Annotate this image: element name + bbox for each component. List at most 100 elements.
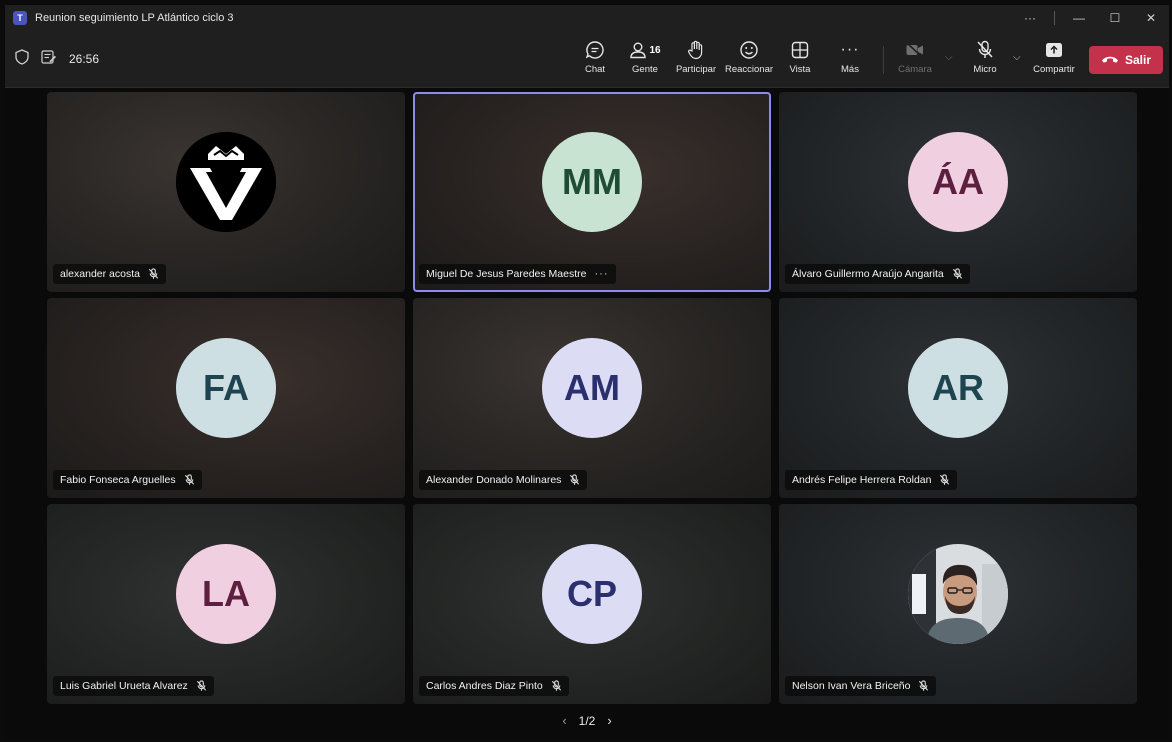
participant-photo-avatar (908, 544, 1008, 644)
people-button[interactable]: 16 Gente (625, 38, 665, 82)
page-indicator: 1/2 (578, 713, 596, 728)
close-icon[interactable]: ✕ (1133, 5, 1169, 30)
more-dots-icon: ··· (840, 41, 860, 58)
share-icon (1045, 38, 1063, 62)
react-button[interactable]: Reaccionar (723, 38, 775, 82)
teams-icon: T (13, 10, 27, 25)
toolbar-divider (883, 46, 884, 74)
participant-name-tag: Nelson Ivan Vera Briceño (785, 676, 937, 696)
participant-avatar: AM (542, 338, 642, 438)
participant-avatar: CP (542, 544, 642, 644)
participant-tile[interactable]: FA Fabio Fonseca Arguelles (47, 298, 405, 498)
camera-label: Cámara (898, 64, 932, 75)
title-bar: T Reunion seguimiento LP Atlántico ciclo… (5, 5, 1169, 30)
participant-tile[interactable]: alexander acosta (47, 92, 405, 292)
participant-avatar: MM (542, 132, 642, 232)
participant-tile[interactable]: CP Carlos Andres Diaz Pinto (413, 504, 771, 704)
chat-icon (585, 38, 605, 62)
participant-tile-active[interactable]: MM Miguel De Jesus Paredes Maestre ··· (413, 92, 771, 292)
mic-button[interactable]: Micro (967, 38, 1003, 82)
camera-off-icon (905, 38, 925, 62)
participant-avatar: ÁA (908, 132, 1008, 232)
camera-options-chevron-icon[interactable]: ⌵ (945, 52, 953, 63)
meeting-info: 26:56 (15, 30, 99, 88)
participant-name-tag: Andrés Felipe Herrera Roldan (785, 470, 958, 490)
mic-options-chevron-icon[interactable]: ⌵ (1013, 52, 1021, 63)
participant-name: Fabio Fonseca Arguelles (60, 474, 176, 486)
participant-name: Luis Gabriel Urueta Alvarez (60, 680, 188, 692)
participant-more-icon[interactable]: ··· (595, 268, 609, 280)
maximize-icon[interactable]: ☐ (1097, 5, 1133, 30)
camera-button[interactable]: Cámara (897, 38, 933, 82)
raise-hand-icon (687, 38, 705, 62)
mic-muted-icon (952, 268, 962, 279)
participant-avatar: FA (176, 338, 276, 438)
user-photo-icon (908, 544, 1008, 644)
window-controls: ··· — ☐ ✕ (1012, 5, 1169, 30)
previous-page-chevron-icon[interactable]: ‹ (562, 713, 566, 728)
share-button[interactable]: Compartir (1031, 38, 1077, 82)
raise-hand-label: Participar (675, 64, 717, 75)
share-label: Compartir (1033, 64, 1075, 75)
participant-name-tag: Carlos Andres Diaz Pinto (419, 676, 569, 696)
mic-muted-icon (148, 268, 159, 279)
mic-label: Micro (973, 64, 997, 75)
participant-name: Nelson Ivan Vera Briceño (792, 680, 911, 692)
mic-muted-icon (184, 474, 194, 485)
leave-label: Salir (1124, 53, 1151, 67)
chat-button[interactable]: Chat (579, 38, 611, 82)
smile-icon (739, 38, 759, 62)
mic-muted-icon (570, 474, 580, 485)
participant-name: Carlos Andres Diaz Pinto (426, 680, 543, 692)
participant-name-tag: Álvaro Guillermo Araújo Angarita (785, 264, 970, 284)
mic-off-icon (976, 38, 994, 62)
meeting-toolbar: 26:56 Chat 16 Gente Participar Reacciona… (5, 30, 1169, 88)
divider (1054, 10, 1055, 25)
people-icon-wrap: 16 (629, 38, 661, 62)
participant-name: alexander acosta (60, 268, 140, 280)
participant-avatar: AR (908, 338, 1008, 438)
people-icon (630, 42, 647, 59)
mic-muted-icon (551, 680, 561, 691)
participant-name: Andrés Felipe Herrera Roldan (792, 474, 932, 486)
chat-label: Chat (584, 64, 606, 75)
window-more-icon[interactable]: ··· (1012, 5, 1048, 30)
minimize-icon[interactable]: — (1061, 5, 1097, 30)
participant-name-tag: Fabio Fonseca Arguelles (53, 470, 202, 490)
participant-name: Alexander Donado Molinares (426, 474, 562, 486)
participant-tile[interactable]: ÁA Álvaro Guillermo Araújo Angarita (779, 92, 1137, 292)
participant-tile[interactable]: AM Alexander Donado Molinares (413, 298, 771, 498)
participant-tile[interactable]: AR Andrés Felipe Herrera Roldan (779, 298, 1137, 498)
gallery-pager: ‹ 1/2 › (562, 713, 611, 728)
view-label: Vista (789, 64, 811, 75)
view-button[interactable]: Vista (785, 38, 815, 82)
shield-icon[interactable] (15, 48, 29, 70)
brand-logo-icon (176, 132, 276, 232)
participant-name-tag: Alexander Donado Molinares (419, 470, 588, 490)
participant-name: Álvaro Guillermo Araújo Angarita (792, 268, 944, 280)
participant-name-tag: Luis Gabriel Urueta Alvarez (53, 676, 214, 696)
phone-hangup-icon (1101, 53, 1119, 67)
mic-muted-icon (940, 474, 950, 485)
participant-logo-avatar (176, 132, 276, 232)
participant-name: Miguel De Jesus Paredes Maestre (426, 268, 587, 280)
participant-tile[interactable]: LA Luis Gabriel Urueta Alvarez (47, 504, 405, 704)
meeting-timer: 26:56 (69, 52, 100, 66)
mic-muted-icon (919, 680, 929, 691)
next-page-chevron-icon[interactable]: › (607, 713, 611, 728)
mic-muted-icon (196, 680, 206, 691)
window-title: Reunion seguimiento LP Atlántico ciclo 3 (35, 11, 234, 24)
participant-avatar: LA (176, 544, 276, 644)
people-label: Gente (632, 64, 658, 75)
more-button[interactable]: ··· Más (835, 38, 865, 82)
video-grid: alexander acosta MM Miguel De Jesus Pare… (5, 88, 1169, 740)
more-label: Más (841, 64, 859, 75)
raise-hand-button[interactable]: Participar (675, 38, 717, 82)
leave-button[interactable]: Salir (1089, 46, 1163, 74)
participant-name-tag: alexander acosta (53, 264, 166, 284)
participant-tile[interactable]: Nelson Ivan Vera Briceño (779, 504, 1137, 704)
grid-view-icon (791, 38, 809, 62)
people-count: 16 (649, 44, 661, 56)
meeting-notes-icon[interactable] (41, 49, 57, 69)
participant-name-tag: Miguel De Jesus Paredes Maestre ··· (419, 264, 616, 284)
